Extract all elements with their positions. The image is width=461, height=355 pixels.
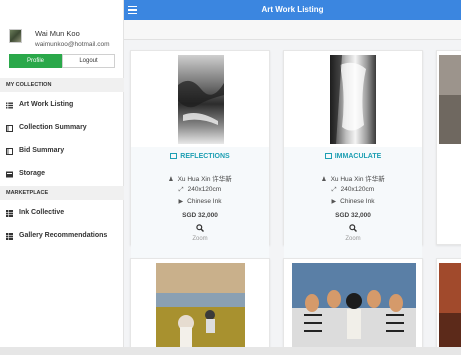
- artwork-image-container: [284, 51, 422, 147]
- sidebar-item-collection-summary[interactable]: Collection Summary: [0, 119, 124, 137]
- person-icon: ♟: [168, 177, 174, 183]
- sidebar-item-bid-summary[interactable]: Bid Summary: [0, 142, 124, 160]
- zoom-icon[interactable]: [349, 224, 357, 232]
- artwork-artist: ♟ Xu Hua Xin 许华新: [168, 176, 232, 183]
- book-icon: [6, 147, 13, 155]
- image-icon: [170, 153, 178, 159]
- user-email: waimunkoo@hotmail.com: [35, 41, 110, 48]
- resize-icon: ⤢: [331, 187, 337, 193]
- resize-icon: ⤢: [178, 187, 184, 193]
- artwork-medium: ▶ Chinese Ink: [331, 198, 375, 205]
- artwork-image-row2-partial[interactable]: [439, 263, 461, 352]
- section-header-my-collection: MY COLLECTION: [0, 78, 124, 92]
- artwork-card-partial[interactable]: [436, 50, 461, 245]
- zoom-icon[interactable]: [196, 224, 204, 232]
- grid-icon: [6, 232, 13, 240]
- toolbar-strip: [124, 20, 461, 40]
- profile-button[interactable]: Profile: [9, 54, 62, 68]
- artwork-card-reflections[interactable]: REFLECTIONS ♟ Xu Hua Xin 许华新 ⤢ 240x120cm ▶…: [130, 50, 270, 296]
- artwork-image-container: [131, 51, 269, 147]
- user-name: Wai Mun Koo: [35, 29, 80, 38]
- top-app-bar: Art Work Listing: [124, 0, 461, 20]
- sidebar-item-label: Art Work Listing: [19, 101, 74, 108]
- artwork-medium: ▶ Chinese Ink: [178, 198, 222, 205]
- artwork-size: ⤢ 240x120cm: [331, 186, 375, 193]
- page-title: Art Work Listing: [261, 5, 324, 14]
- sidebar-item-label: Collection Summary: [19, 124, 87, 131]
- artwork-card-immaculate[interactable]: IMMACULATE ♟ Xu Hua Xin 许华新 ⤢ 240x120cm ▶ C…: [283, 50, 423, 296]
- storage-icon: [6, 171, 13, 178]
- artwork-image-immaculate[interactable]: [330, 55, 376, 144]
- zoom-label[interactable]: Zoom: [131, 236, 269, 242]
- sidebar-item-label: Bid Summary: [19, 147, 65, 154]
- artwork-title[interactable]: IMMACULATE: [284, 153, 422, 160]
- sidebar: Wai Mun Koo waimunkoo@hotmail.com Profil…: [0, 0, 124, 355]
- sidebar-item-gallery-recommendations[interactable]: Gallery Recommendations: [0, 227, 124, 245]
- person-icon: ♟: [321, 177, 327, 183]
- section-header-marketplace: MARKETPLACE: [0, 186, 124, 200]
- artwork-image-row2-2[interactable]: [292, 263, 416, 352]
- artwork-image-partial[interactable]: [439, 55, 461, 144]
- sidebar-item-label: Gallery Recommendations: [19, 232, 108, 239]
- artwork-card-row2-1[interactable]: [130, 258, 270, 355]
- artwork-card-row2-2[interactable]: [283, 258, 423, 355]
- logout-button[interactable]: Logout: [62, 54, 115, 68]
- tag-icon: ▶: [178, 199, 184, 205]
- artwork-title[interactable]: REFLECTIONS: [131, 153, 269, 160]
- user-panel: Wai Mun Koo waimunkoo@hotmail.com Profil…: [0, 0, 123, 78]
- sidebar-item-storage[interactable]: Storage: [0, 165, 124, 183]
- artwork-card-row2-partial[interactable]: [436, 258, 461, 355]
- list-icon: [6, 102, 13, 109]
- artwork-price: SGD 32,000: [335, 212, 371, 219]
- sidebar-item-label: Ink Collective: [19, 209, 65, 216]
- sidebar-item-ink-collective[interactable]: Ink Collective: [0, 204, 124, 222]
- book-icon: [6, 124, 13, 132]
- artwork-price: SGD 32,000: [182, 212, 218, 219]
- image-icon: [324, 153, 332, 159]
- sidebar-item-art-work-listing[interactable]: Art Work Listing: [0, 96, 124, 114]
- grid-icon: [6, 209, 13, 217]
- artwork-size: ⤢ 240x120cm: [178, 186, 222, 193]
- avatar[interactable]: [9, 29, 22, 43]
- horizontal-scrollbar[interactable]: [0, 347, 461, 355]
- zoom-label[interactable]: Zoom: [284, 236, 422, 242]
- sidebar-item-label: Storage: [19, 170, 46, 177]
- artwork-image-row2-1[interactable]: [156, 263, 245, 352]
- artwork-artist: ♟ Xu Hua Xin 许华新: [321, 176, 385, 183]
- app-root: Wai Mun Koo waimunkoo@hotmail.com Profil…: [0, 0, 461, 355]
- tag-icon: ▶: [331, 199, 337, 205]
- artwork-image-reflections[interactable]: [178, 55, 224, 144]
